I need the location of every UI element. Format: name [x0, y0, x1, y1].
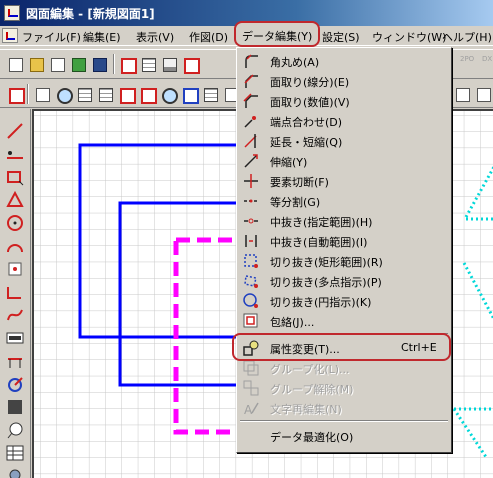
rect-icon[interactable]: [117, 85, 136, 104]
menu-file[interactable]: ファイル(F): [22, 29, 81, 45]
new-window-icon[interactable]: [48, 55, 66, 73]
layer-icon[interactable]: [118, 55, 137, 74]
menu-item-endpoint-align[interactable]: 端点合わせ(D): [238, 111, 450, 131]
highlight-ring: [232, 333, 451, 361]
menu-item-crop-circle[interactable]: 切り抜き(円指示)(K): [238, 291, 450, 311]
open-file-icon[interactable]: [27, 55, 45, 73]
menu-item-crop-polygon[interactable]: 切り抜き(多点指示)(P): [238, 271, 450, 291]
menu-item-element-cut[interactable]: 要素切断(F): [238, 171, 450, 191]
svg-text:A: A: [244, 403, 253, 417]
crop-rect-icon: [242, 252, 260, 270]
line-tool-icon[interactable]: [5, 121, 25, 141]
table-tool-icon[interactable]: [5, 443, 25, 463]
data-edit-dropdown: 角丸め(A) 面取り(線分)(E) 面取り(数値)(V) 端点合わせ(D) 延長…: [236, 47, 452, 453]
zoom-window-icon[interactable]: [159, 85, 178, 104]
save-icon[interactable]: [90, 55, 108, 73]
menu-item-text-reedit[interactable]: A 文字再編集(N): [238, 398, 450, 418]
menu-edit[interactable]: 編集(E): [83, 29, 121, 45]
plot-icon[interactable]: [181, 55, 200, 74]
print-icon[interactable]: [160, 55, 178, 73]
menu-help[interactable]: ヘルプ(H): [442, 29, 492, 45]
menu-data-edit-label: データ編集(Y): [242, 30, 313, 43]
hollow-range-icon: [242, 212, 260, 230]
rectangle-tool-icon[interactable]: [5, 167, 25, 187]
toolbar-separator: [113, 54, 115, 74]
dimension-tool-icon[interactable]: [5, 144, 25, 164]
grid-icon[interactable]: [201, 85, 219, 103]
polyline-tool-icon[interactable]: [5, 282, 25, 302]
copy-icon[interactable]: [453, 85, 471, 103]
envelope-icon: [242, 312, 260, 330]
angle-dimension-icon[interactable]: [5, 374, 25, 394]
stretch-icon: [242, 152, 260, 170]
menu-data-edit[interactable]: データ編集(Y): [234, 21, 320, 47]
menu-separator: [240, 420, 448, 422]
menu-settings[interactable]: 設定(S): [322, 29, 360, 45]
endpoint-align-icon: [242, 112, 260, 130]
menu-item-chamfer-value[interactable]: 面取り(数値)(V): [238, 91, 450, 111]
zoom-all-icon[interactable]: [96, 85, 114, 103]
zoom-fit-icon[interactable]: [75, 85, 93, 103]
window-icon[interactable]: [33, 85, 51, 103]
menu-item-stretch[interactable]: 伸縮(Y): [238, 151, 450, 171]
triangle-tool-icon[interactable]: [5, 190, 25, 210]
grid-setting-icon[interactable]: [139, 55, 157, 73]
curve-tool-icon[interactable]: [5, 305, 25, 325]
window-title: 図面編集 - [新規図面1]: [26, 7, 155, 21]
menu-item-ungroup[interactable]: グループ解除(M): [238, 378, 450, 398]
app-icon[interactable]: [4, 5, 20, 21]
import-icon[interactable]: [69, 55, 87, 73]
menu-item-chamfer-line[interactable]: 面取り(線分)(E): [238, 71, 450, 91]
menu-item-crop-rect[interactable]: 切り抜き(矩形範囲)(R): [238, 251, 450, 271]
menu-item-envelope[interactable]: 包絡(J)...: [238, 311, 450, 331]
toolbar-disabled-label: 2PO: [460, 55, 475, 63]
toolbar-separator: [27, 84, 29, 104]
image-icon[interactable]: [180, 85, 199, 104]
text-tool-icon[interactable]: [5, 328, 25, 348]
menu-item-equal-divide[interactable]: 等分割(G): [238, 191, 450, 211]
element-cut-icon: [242, 172, 260, 190]
dimension-line-icon[interactable]: [5, 351, 25, 371]
menu-draw[interactable]: 作図(D): [189, 29, 228, 45]
document-icon[interactable]: [2, 28, 18, 43]
paste-icon[interactable]: [474, 85, 492, 103]
crop-circle-icon: [242, 292, 260, 310]
symbol-tool-icon[interactable]: [5, 466, 25, 478]
extend-shorten-icon: [242, 132, 260, 150]
menu-item-hollow-range[interactable]: 中抜き(指定範囲)(H): [238, 211, 450, 231]
menu-view[interactable]: 表示(V): [136, 29, 174, 45]
toolbar-disabled-label: DX: [482, 55, 493, 63]
rect-select-icon[interactable]: [138, 85, 157, 104]
menu-window[interactable]: ウィンドウ(W): [372, 29, 446, 45]
round-corner-icon: [242, 52, 260, 70]
chamfer-line-icon: [242, 72, 260, 90]
zoom-icon[interactable]: [54, 85, 73, 104]
arc-tool-icon[interactable]: [5, 236, 25, 256]
menu-item-group[interactable]: グループ化(L)...: [238, 358, 450, 378]
ungroup-icon: [242, 379, 260, 397]
menu-item-round-corner[interactable]: 角丸め(A): [238, 51, 450, 71]
text-reedit-icon: A: [242, 399, 260, 417]
chamfer-value-icon: [242, 92, 260, 110]
new-file-icon[interactable]: [6, 55, 24, 73]
draw-toolbar: [0, 109, 31, 478]
hatch-tool-icon[interactable]: [5, 397, 25, 417]
menu-item-extend-shorten[interactable]: 延長・短縮(Q): [238, 131, 450, 151]
equal-divide-icon: [242, 192, 260, 210]
balloon-tool-icon[interactable]: [5, 420, 25, 440]
point-tool-icon[interactable]: [5, 259, 25, 279]
menu-item-data-optimize[interactable]: データ最適化(O): [238, 426, 450, 446]
hollow-auto-icon: [242, 232, 260, 250]
circle-tool-icon[interactable]: [5, 213, 25, 233]
crop-polygon-icon: [242, 272, 260, 290]
select-rect-icon[interactable]: [6, 85, 25, 104]
group-icon: [242, 359, 260, 377]
menu-item-hollow-auto[interactable]: 中抜き(自動範囲)(I): [238, 231, 450, 251]
